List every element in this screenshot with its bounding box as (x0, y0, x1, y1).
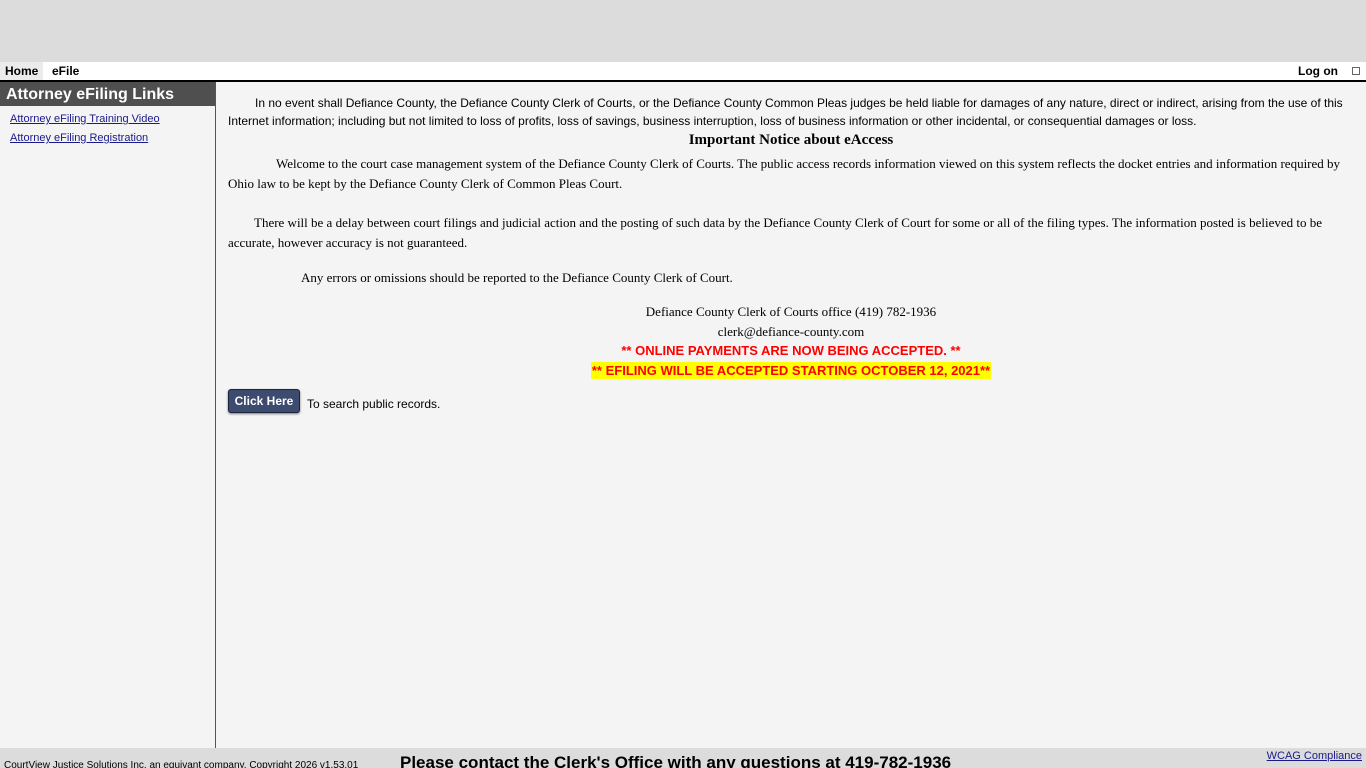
nav-efile-link[interactable]: eFile (47, 62, 84, 80)
errors-paragraph: Any errors or omissions should be report… (301, 270, 733, 285)
copyright-text: CourtView Justice Solutions Inc. an equi… (4, 760, 359, 768)
sidebar-title: Attorney eFiling Links (0, 82, 215, 106)
office-phone-line: Defiance County Clerk of Courts office (… (645, 304, 937, 319)
wcag-compliance-link[interactable]: WCAG Compliance (1267, 750, 1362, 762)
menu-checkbox-icon[interactable] (1352, 67, 1360, 75)
efiling-registration-link[interactable]: Attorney eFiling Registration (10, 132, 215, 144)
sidebar: Attorney eFiling Links Attorney eFiling … (0, 82, 216, 748)
footer: CourtView Justice Solutions Inc. an equi… (0, 748, 1366, 768)
top-banner (0, 0, 1366, 62)
top-nav-bar: Home eFile Log on (0, 62, 1366, 82)
log-on-link[interactable]: Log on (1293, 62, 1343, 80)
liability-disclaimer: In no event shall Defiance County, the D… (228, 96, 1343, 128)
welcome-paragraph: Welcome to the court case management sys… (228, 156, 1341, 191)
nav-home-link[interactable]: Home (0, 62, 44, 80)
notice-title: Important Notice about eAccess (688, 132, 894, 148)
online-payments-notice: ** ONLINE PAYMENTS ARE NOW BEING ACCEPTE… (621, 343, 961, 358)
search-records-label: To search public records. (307, 397, 441, 411)
main-content: In no event shall Defiance County, the D… (216, 82, 1366, 748)
search-records-button[interactable]: Click Here (228, 389, 300, 413)
training-video-link[interactable]: Attorney eFiling Training Video (10, 113, 215, 125)
efiling-notice: ** EFILING WILL BE ACCEPTED STARTING OCT… (590, 362, 992, 379)
clerk-email: clerk@defiance-county.com (717, 324, 865, 339)
delay-paragraph: There will be a delay between court fili… (228, 215, 1322, 250)
efiling-notice-row: ** EFILING WILL BE ACCEPTED STARTING OCT… (216, 362, 1366, 379)
contact-message: Please contact the Clerk's Office with a… (400, 753, 952, 768)
